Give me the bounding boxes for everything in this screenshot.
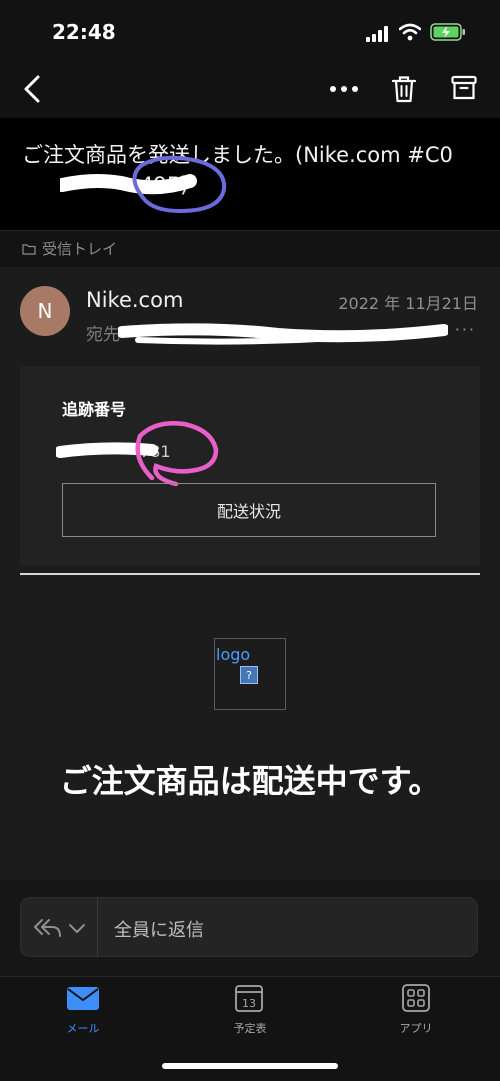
divider	[20, 573, 480, 575]
logo-alt-text: logo	[216, 645, 251, 664]
reply-separator	[97, 897, 98, 957]
avatar[interactable]: N	[20, 286, 70, 336]
reply-all-label[interactable]: 全員に返信	[114, 916, 204, 942]
sender-name[interactable]: Nike.com	[86, 288, 183, 312]
folder-name: 受信トレイ	[42, 240, 118, 258]
battery-charging-icon	[430, 23, 465, 41]
chevron-down-icon	[69, 924, 85, 933]
delivery-status-button[interactable]: 配送状況	[62, 483, 436, 537]
recipient-label: 宛先	[86, 325, 120, 345]
wifi-icon	[399, 23, 421, 41]
subject-text-end: 495)	[140, 173, 189, 197]
recipient-redaction-scribble	[118, 323, 448, 345]
tracking-label: 追跡番号	[62, 400, 127, 419]
broken-image-icon: ?	[240, 666, 258, 684]
trash-icon[interactable]	[390, 74, 418, 104]
cellular-signal-icon	[366, 26, 388, 42]
home-indicator[interactable]	[162, 1063, 338, 1069]
reply-all-icon[interactable]	[32, 914, 92, 942]
tab-calendar[interactable]: 予定表	[210, 1020, 290, 1036]
folder-icon	[22, 243, 36, 255]
recipient-more-icon[interactable]: ···	[455, 320, 476, 339]
status-time: 22:48	[52, 20, 116, 44]
more-options-icon[interactable]	[326, 78, 362, 100]
tab-apps[interactable]: アプリ	[376, 1020, 456, 1036]
tracking-number: 781	[140, 442, 171, 461]
email-headline: ご注文商品は配送中です。	[59, 762, 441, 800]
nav-bar	[0, 62, 500, 118]
calendar-day: 13	[242, 997, 256, 1010]
archive-icon[interactable]	[450, 74, 478, 102]
mail-icon[interactable]	[66, 984, 100, 1012]
subject-text: ご注文商品を発送しました。(Nike.com #C0	[22, 143, 453, 167]
apps-grid-icon[interactable]	[401, 983, 431, 1013]
email-date: 2022 年 11月21日	[338, 294, 478, 313]
email-subject: ご注文商品を発送しました。(Nike.com #C0 495)	[22, 140, 482, 200]
calendar-icon[interactable]: 13	[234, 983, 264, 1013]
folder-breadcrumb[interactable]: 受信トレイ	[22, 238, 117, 259]
back-chevron-icon[interactable]	[18, 74, 46, 104]
tab-mail[interactable]: メール	[43, 1020, 123, 1036]
